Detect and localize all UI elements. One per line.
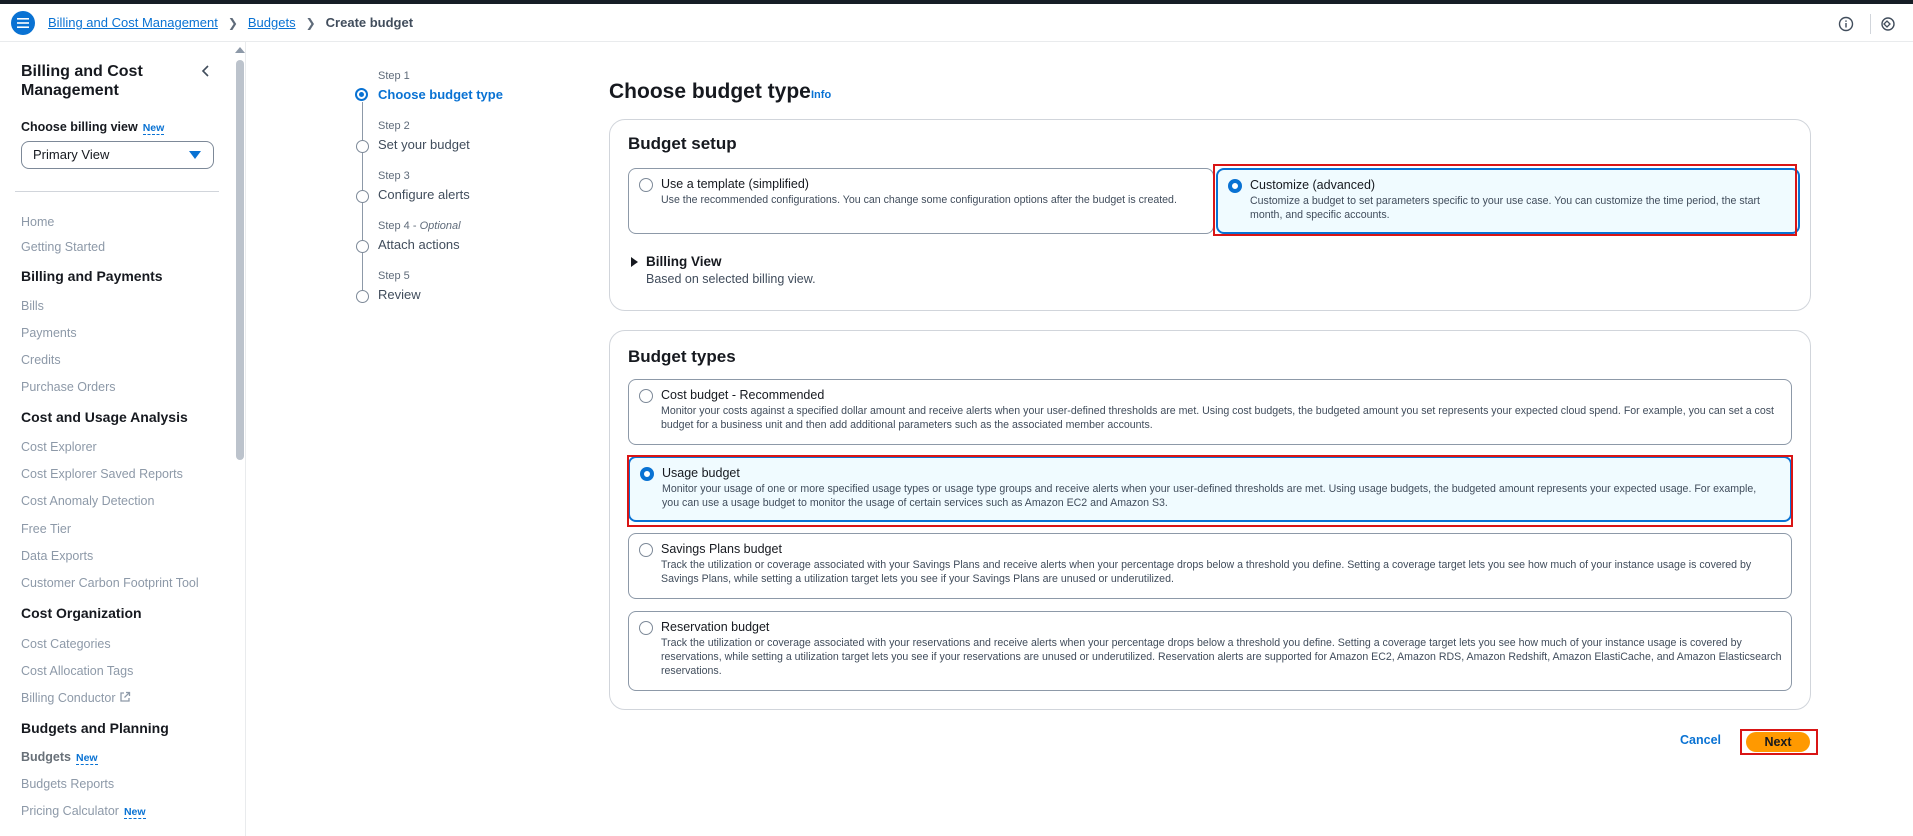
- step-2-label: Set your budget: [378, 137, 470, 152]
- savings-plans-radio[interactable]: [639, 543, 653, 557]
- cost-budget-desc: Monitor your costs against a specified d…: [661, 405, 1774, 431]
- breadcrumb-link-billing[interactable]: Billing and Cost Management: [48, 15, 218, 30]
- sidebar-item-bills[interactable]: Bills: [21, 299, 44, 313]
- savings-plans-budget-tile[interactable]: Savings Plans budget Track the utilizati…: [628, 533, 1792, 599]
- breadcrumb-current: Create budget: [325, 15, 414, 30]
- reservation-budget-tile[interactable]: Reservation budget Track the utilization…: [628, 611, 1792, 691]
- cost-budget-radio[interactable]: [639, 389, 653, 403]
- step-4-number: Step 4 - Optional: [378, 220, 461, 232]
- pricing-calculator-label: Pricing Calculator: [21, 804, 119, 818]
- reservation-desc: Track the utilization or coverage associ…: [661, 637, 1782, 677]
- sidebar-heading-cost-organization: Cost Organization: [21, 605, 142, 621]
- cost-budget-tile[interactable]: Cost budget - Recommended Monitor your c…: [628, 379, 1792, 445]
- chevron-right-icon: ❯: [227, 15, 238, 30]
- sidebar-item-getting-started[interactable]: Getting Started: [21, 240, 105, 254]
- template-option-title: Use a template (simplified): [661, 177, 809, 191]
- budget-types-title: Budget types: [628, 347, 736, 366]
- sidebar-item-carbon-footprint[interactable]: Customer Carbon Footprint Tool: [21, 576, 199, 590]
- sidebar-item-anomaly-detection[interactable]: Cost Anomaly Detection: [21, 494, 154, 508]
- breadcrumb-link-budgets[interactable]: Budgets: [248, 15, 296, 30]
- sidebar-item-budgets-reports[interactable]: Budgets Reports: [21, 777, 114, 791]
- highlight-box: [627, 455, 1793, 527]
- sidebar-heading-cost-usage: Cost and Usage Analysis: [21, 409, 188, 425]
- step-4-indicator: [356, 240, 369, 253]
- reservation-title: Reservation budget: [661, 620, 770, 634]
- new-badge: New: [123, 806, 146, 819]
- step-3-number: Step 3: [378, 170, 410, 182]
- cost-budget-title: Cost budget - Recommended: [661, 388, 825, 402]
- chevron-right-icon: ❯: [305, 15, 316, 30]
- step-2-indicator: [356, 140, 369, 153]
- step-4-label: Attach actions: [378, 237, 460, 252]
- sidebar-heading-budgets-planning: Budgets and Planning: [21, 720, 169, 736]
- billing-view-expander[interactable]: Billing View: [646, 254, 722, 269]
- sidebar-item-free-tier[interactable]: Free Tier: [21, 522, 71, 536]
- sidebar: Billing and Cost Management Choose billi…: [0, 42, 246, 836]
- step-5-indicator: [356, 290, 369, 303]
- sidebar-scrollbar[interactable]: [236, 60, 244, 460]
- sidebar-divider: [15, 191, 219, 192]
- sidebar-item-saved-reports[interactable]: Cost Explorer Saved Reports: [21, 467, 183, 481]
- sidebar-title: Billing and Cost Management: [21, 63, 143, 99]
- info-icon[interactable]: [1838, 16, 1854, 32]
- top-bar: Billing and Cost Management ❯ Budgets ❯ …: [0, 4, 1913, 42]
- expand-caret-icon[interactable]: [631, 257, 638, 267]
- sidebar-item-billing-conductor[interactable]: Billing Conductor: [21, 691, 131, 705]
- hamburger-icon: [17, 18, 29, 28]
- collapse-sidebar-icon[interactable]: [198, 63, 214, 79]
- step-3-label: Configure alerts: [378, 187, 470, 202]
- menu-button[interactable]: [11, 11, 35, 35]
- step-1-indicator: [355, 88, 368, 101]
- sidebar-item-cost-allocation-tags[interactable]: Cost Allocation Tags: [21, 664, 133, 678]
- cancel-button[interactable]: Cancel: [1680, 733, 1721, 747]
- new-badge: New: [142, 122, 165, 135]
- new-badge: New: [76, 752, 98, 765]
- sidebar-item-purchase-orders[interactable]: Purchase Orders: [21, 380, 115, 394]
- step-4-optional: Optional: [419, 220, 461, 232]
- sidebar-item-home[interactable]: Home: [21, 215, 54, 229]
- step-5-number: Step 5: [378, 270, 410, 282]
- template-option-desc: Use the recommended configurations. You …: [661, 194, 1177, 206]
- scroll-up-arrow[interactable]: [235, 47, 245, 53]
- caret-down-icon: [189, 151, 201, 159]
- savings-plans-title: Savings Plans budget: [661, 542, 782, 556]
- settings-icon[interactable]: [1880, 16, 1896, 32]
- page-title: Choose budget type: [609, 80, 811, 103]
- billing-view-desc: Based on selected billing view.: [646, 272, 816, 286]
- sidebar-heading-billing-payments: Billing and Payments: [21, 268, 163, 284]
- top-divider: [1870, 14, 1871, 34]
- info-link[interactable]: Info: [811, 89, 831, 101]
- billing-view-label: Choose billing view New: [21, 120, 165, 135]
- savings-plans-desc: Track the utilization or coverage associ…: [661, 559, 1752, 585]
- sidebar-item-pricing-calculator[interactable]: Pricing Calculator New: [21, 804, 146, 819]
- budget-setup-title: Budget setup: [628, 134, 737, 153]
- billing-view-select[interactable]: Primary View: [21, 141, 214, 169]
- sidebar-item-budgets[interactable]: Budgets New: [21, 750, 98, 765]
- sidebar-item-cost-categories[interactable]: Cost Categories: [21, 637, 111, 651]
- sidebar-item-credits[interactable]: Credits: [21, 353, 61, 367]
- template-radio[interactable]: [639, 178, 653, 192]
- sidebar-item-payments[interactable]: Payments: [21, 326, 77, 340]
- reservation-radio[interactable]: [639, 621, 653, 635]
- billing-conductor-label: Billing Conductor: [21, 691, 116, 705]
- step-1-number: Step 1: [378, 70, 410, 82]
- highlight-box: [1740, 729, 1818, 755]
- step-3-indicator: [356, 190, 369, 203]
- step-1-label[interactable]: Choose budget type: [378, 87, 503, 102]
- highlight-box: [1213, 164, 1797, 236]
- template-option-tile[interactable]: Use a template (simplified) Use the reco…: [628, 168, 1214, 234]
- billing-view-value: Primary View: [33, 147, 110, 162]
- budgets-label: Budgets: [21, 750, 71, 764]
- external-link-icon: [119, 691, 130, 702]
- step-5-label: Review: [378, 287, 421, 302]
- sidebar-item-data-exports[interactable]: Data Exports: [21, 549, 93, 563]
- sidebar-item-cost-explorer[interactable]: Cost Explorer: [21, 440, 97, 454]
- step-2-number: Step 2: [378, 120, 410, 132]
- breadcrumb: Billing and Cost Management ❯ Budgets ❯ …: [48, 15, 413, 30]
